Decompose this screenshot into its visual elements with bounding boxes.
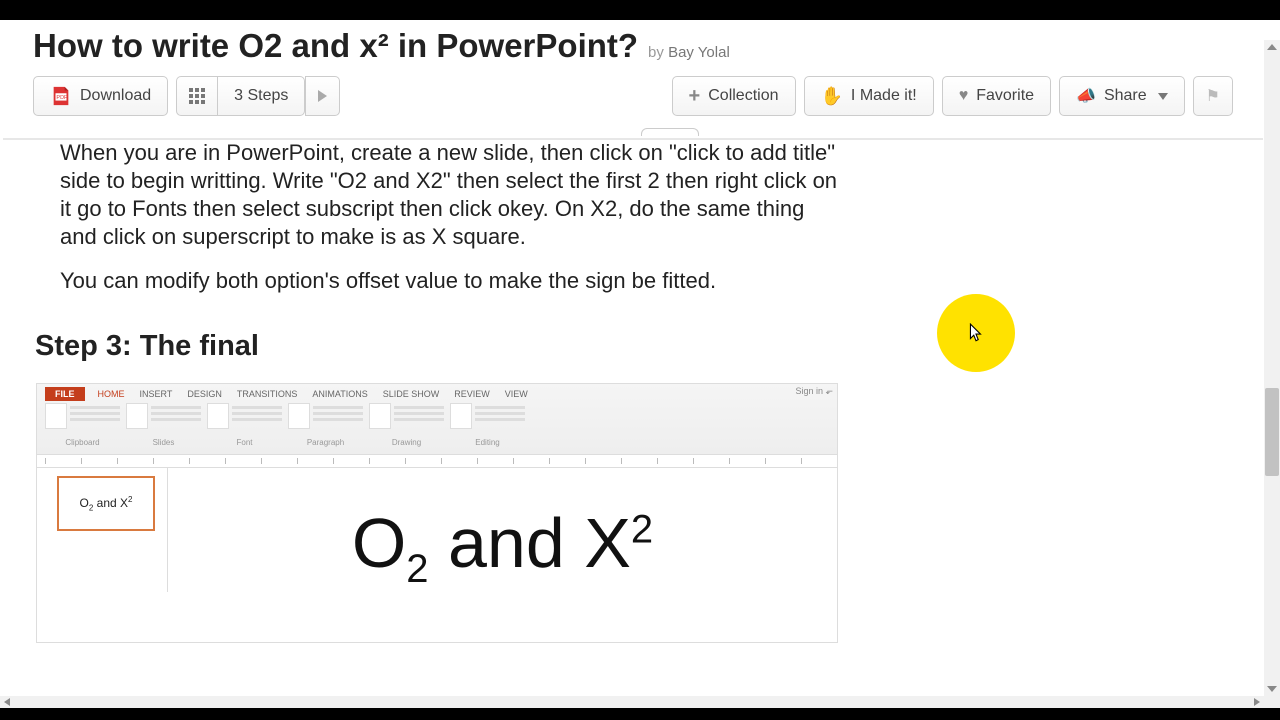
ppt-ribbon-group: Editing: [450, 403, 525, 447]
chevron-right-icon: [318, 90, 327, 102]
ppt-thumb-rail: O2 and X2: [37, 468, 167, 592]
ppt-tab: REVIEW: [452, 387, 492, 401]
ppt-tab: SLIDE SHOW: [381, 387, 442, 401]
svg-text:PDF: PDF: [56, 95, 68, 101]
share-button[interactable]: 📣 Share: [1059, 76, 1185, 116]
action-bar: PDF Download 3 Steps: [33, 76, 1233, 116]
ppt-tab: VIEW: [503, 387, 530, 401]
pdf-icon: PDF: [50, 85, 72, 107]
paragraph: When you are in PowerPoint, create a new…: [60, 139, 843, 251]
cursor-highlight: [937, 294, 1015, 372]
horizontal-scrollbar[interactable]: [0, 696, 1264, 708]
article-header: How to write O2 and x² in PowerPoint? by…: [3, 20, 1263, 121]
page: How to write O2 and x² in PowerPoint? by…: [3, 20, 1263, 696]
article-body: When you are in PowerPoint, create a new…: [3, 121, 843, 295]
ppt-ribbon-group: Drawing: [369, 403, 444, 447]
ppt-ribbon-group: Paragraph: [288, 403, 363, 447]
ppt-slide-canvas: O2 and X2: [167, 468, 837, 592]
download-label: Download: [80, 87, 151, 105]
flag-icon: ⚑: [1206, 86, 1220, 106]
byline: by Bay Yolal: [648, 44, 730, 61]
scroll-down-button[interactable]: [1264, 682, 1280, 696]
ppt-ribbon-group: Slides: [126, 403, 201, 447]
collection-label: Collection: [708, 87, 778, 105]
hand-icon: ✋: [821, 86, 843, 107]
cursor-icon: [969, 323, 983, 343]
ppt-slide-text: O2 and X2: [352, 503, 653, 592]
favorite-button[interactable]: ♥ Favorite: [942, 76, 1051, 116]
collection-button[interactable]: + Collection: [672, 76, 796, 116]
caret-down-icon: [1158, 93, 1168, 100]
scroll-track[interactable]: [1264, 54, 1280, 682]
header-divider: [3, 138, 1263, 140]
ppt-tab: DESIGN: [185, 387, 224, 401]
author-link[interactable]: Bay Yolal: [668, 44, 730, 61]
flag-button[interactable]: ⚑: [1193, 76, 1233, 116]
step-heading: Step 3: The final: [35, 330, 1263, 363]
grid-icon: [189, 88, 205, 104]
scroll-thumb[interactable]: [1265, 388, 1279, 476]
vertical-scrollbar[interactable]: [1264, 40, 1280, 696]
favorite-label: Favorite: [976, 87, 1034, 105]
ppt-ribbon: FILE HOME INSERT DESIGN TRANSITIONS ANIMATION…: [37, 384, 837, 454]
ppt-ribbon-group: Clipboard: [45, 403, 120, 447]
steps-button[interactable]: 3 Steps: [217, 76, 305, 116]
ppt-thumb-text: O2 and X2: [80, 495, 133, 512]
page-title: How to write O2 and x² in PowerPoint?: [33, 28, 638, 64]
ppt-tab: HOME: [96, 387, 127, 401]
ppt-tab: TRANSITIONS: [235, 387, 300, 401]
download-button[interactable]: PDF Download: [33, 76, 168, 116]
ppt-signin: Sign in ⬐: [795, 386, 833, 397]
ppt-tab: ANIMATIONS: [310, 387, 369, 401]
step-image[interactable]: FILE HOME INSERT DESIGN TRANSITIONS ANIMATION…: [36, 383, 838, 643]
heart-icon: ♥: [959, 87, 969, 105]
ppt-slide-thumb: O2 and X2: [57, 476, 155, 531]
scroll-corner: [1264, 696, 1280, 708]
browser-viewport: How to write O2 and x² in PowerPoint? by…: [0, 20, 1280, 708]
ppt-tab: FILE: [45, 387, 85, 401]
scroll-left-button[interactable]: [0, 696, 14, 708]
ppt-ruler: [37, 454, 837, 468]
collapse-tab[interactable]: [641, 128, 699, 136]
ppt-ribbon-group: Font: [207, 403, 282, 447]
scroll-up-button[interactable]: [1264, 40, 1280, 54]
share-label: Share: [1104, 87, 1147, 105]
i-made-it-button[interactable]: ✋ I Made it!: [804, 76, 934, 116]
grid-view-button[interactable]: [176, 76, 217, 116]
ppt-tabs: FILE HOME INSERT DESIGN TRANSITIONS ANIMATION…: [37, 384, 837, 401]
ppt-tab: INSERT: [138, 387, 175, 401]
megaphone-icon: 📣: [1076, 86, 1096, 106]
plus-icon: +: [689, 86, 701, 106]
steps-label: 3 Steps: [234, 87, 288, 105]
ppt-ribbon-groups: ClipboardSlidesFontParagraphDrawingEditi…: [37, 401, 837, 447]
next-step-button[interactable]: [305, 76, 340, 116]
scroll-right-button[interactable]: [1250, 696, 1264, 708]
made-it-label: I Made it!: [851, 87, 917, 105]
paragraph: You can modify both option's offset valu…: [60, 267, 843, 295]
